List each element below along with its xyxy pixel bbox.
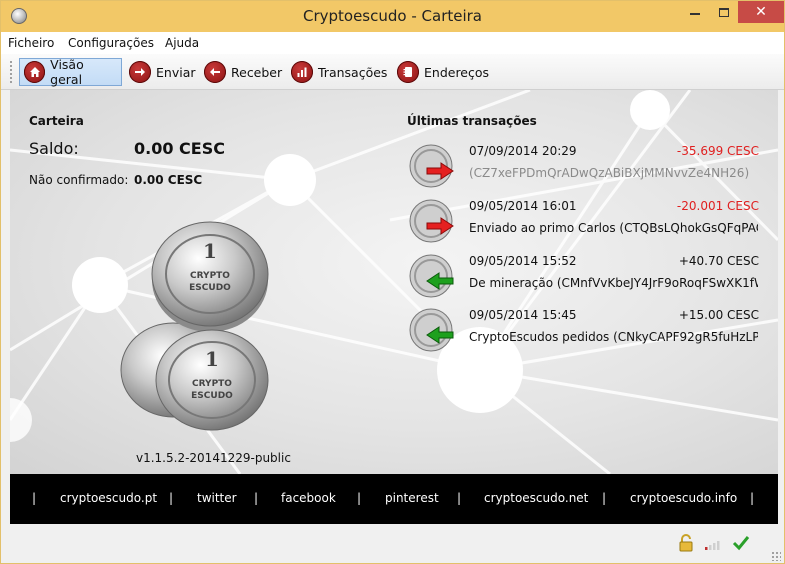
transaction-description: CryptoEscudos pedidos (CNkyCAPF92gR5fuHz…	[469, 330, 758, 344]
close-button[interactable]: ✕	[738, 1, 784, 23]
addresses-button-label: Endereços	[424, 64, 490, 80]
status-bar	[1, 524, 784, 563]
menu-ficheiro[interactable]: Ficheiro	[8, 36, 54, 50]
footer-separator: |	[357, 491, 362, 505]
coin-text-crypto: CRYPTO	[190, 271, 230, 281]
overview-panel: Carteira Saldo: 0.00 CESC Não confirmado…	[10, 90, 778, 474]
footer-separator: |	[602, 491, 607, 505]
footer-link-cryptoescudo-info[interactable]: cryptoescudo.info	[630, 491, 737, 505]
maximize-icon	[718, 7, 729, 17]
menu-configuracoes[interactable]: Configurações	[68, 36, 154, 50]
coin2-number: 1	[205, 347, 219, 371]
transactions-button-label: Transações	[318, 64, 388, 80]
overview-button[interactable]: Visão geral	[19, 57, 122, 87]
close-icon: ✕	[755, 4, 767, 20]
menu-bar: Ficheiro Configurações Ajuda	[1, 32, 784, 54]
footer-link-pinterest[interactable]: pinterest	[385, 491, 439, 505]
arrow-right-icon	[129, 61, 151, 83]
footer-link-facebook[interactable]: facebook	[281, 491, 336, 505]
footer-link-twitter[interactable]: twitter	[197, 491, 237, 505]
menu-ajuda[interactable]: Ajuda	[165, 36, 199, 50]
transaction-date: 09/05/2014 15:45	[469, 308, 577, 322]
unconfirmed-label: Não confirmado:	[29, 173, 129, 187]
lock-icon[interactable]	[677, 534, 695, 552]
received-coin-icon	[409, 308, 454, 352]
coin-stack-image: 1 CRYPTO ESCUDO 1 CRYPTO ESCUDO	[120, 221, 269, 431]
transaction-description: Enviado ao primo Carlos (CTQBsLQhokGsQFq…	[469, 221, 758, 235]
footer-separator: |	[169, 491, 174, 505]
receive-button-label: Receber	[231, 64, 283, 80]
maximize-button[interactable]	[710, 1, 737, 23]
transaction-date: 09/05/2014 15:52	[469, 254, 577, 268]
transaction-row[interactable]: 09/05/2014 16:01 -20.001 CESC Enviado ao…	[407, 195, 767, 243]
signal-bars-icon[interactable]	[704, 534, 722, 552]
minimize-icon	[690, 13, 700, 15]
coin-text-escudo: ESCUDO	[189, 283, 231, 293]
received-coin-icon	[409, 254, 454, 298]
transaction-date: 07/09/2014 20:29	[469, 144, 577, 158]
coin-number: 1	[203, 239, 217, 263]
send-button[interactable]: Enviar	[125, 58, 200, 86]
coin2-text-crypto: CRYPTO	[192, 379, 232, 389]
unconfirmed-value: 0.00 CESC	[134, 173, 203, 187]
minimize-button[interactable]	[681, 1, 709, 23]
balance-label: Saldo:	[29, 139, 79, 158]
bar-chart-icon	[291, 61, 313, 83]
transaction-amount: -20.001 CESC	[676, 199, 759, 213]
transaction-date: 09/05/2014 16:01	[469, 199, 577, 213]
home-icon	[24, 61, 46, 83]
transaction-description: De mineração (CMnfVvKbeJY4JrF9oRoqFSwXK1…	[469, 276, 758, 290]
footer-separator: |	[750, 491, 755, 505]
balance-value: 0.00 CESC	[134, 139, 225, 158]
sent-coin-icon	[409, 199, 454, 243]
footer-separator: |	[254, 491, 259, 505]
transaction-amount: +15.00 CESC	[678, 308, 759, 322]
version-label: v1.1.5.2-20141229-public	[136, 451, 291, 465]
transaction-row[interactable]: 09/05/2014 15:52 +40.70 CESC De mineraçã…	[407, 250, 767, 298]
transaction-amount: -35.699 CESC	[676, 144, 759, 158]
transaction-description: (CZ7xeFPDmQrADwQzABiBXjMMNvvZe4NH26)	[469, 166, 750, 180]
resize-grip[interactable]	[771, 551, 781, 561]
address-book-icon	[397, 61, 419, 83]
sent-coin-icon	[409, 144, 454, 188]
transaction-row[interactable]: 09/05/2014 15:45 +15.00 CESC CryptoEscud…	[407, 304, 767, 352]
footer-links-bar: | cryptoescudo.pt | twitter | facebook |…	[10, 474, 778, 524]
window-title: Cryptoescudo - Carteira	[302, 7, 482, 25]
send-button-label: Enviar	[156, 64, 196, 80]
toolbar: Visão geral Enviar Receber Transações En	[1, 54, 784, 90]
title-bar[interactable]: Cryptoescudo - Carteira ✕	[1, 1, 784, 32]
footer-link-cryptoescudo-pt[interactable]: cryptoescudo.pt	[60, 491, 157, 505]
main-window: Cryptoescudo - Carteira ✕ Ficheiro Confi…	[0, 0, 785, 564]
checkmark-icon[interactable]	[732, 534, 750, 552]
arrow-left-icon	[204, 61, 226, 83]
recent-transactions-heading: Últimas transações	[407, 114, 537, 128]
transaction-amount: +40.70 CESC	[678, 254, 759, 268]
receive-button[interactable]: Receber	[200, 58, 286, 86]
addresses-button[interactable]: Endereços	[393, 58, 493, 86]
overview-button-label: Visão geral	[50, 57, 84, 87]
footer-separator: |	[457, 491, 462, 505]
coin2-text-escudo: ESCUDO	[191, 391, 233, 401]
transactions-button[interactable]: Transações	[287, 58, 391, 86]
footer-separator: |	[32, 491, 37, 505]
toolbar-grip[interactable]	[9, 60, 13, 84]
wallet-heading: Carteira	[29, 114, 84, 128]
transaction-row[interactable]: 07/09/2014 20:29 -35.699 CESC (CZ7xeFPDm…	[407, 140, 767, 188]
footer-link-cryptoescudo-net[interactable]: cryptoescudo.net	[484, 491, 588, 505]
